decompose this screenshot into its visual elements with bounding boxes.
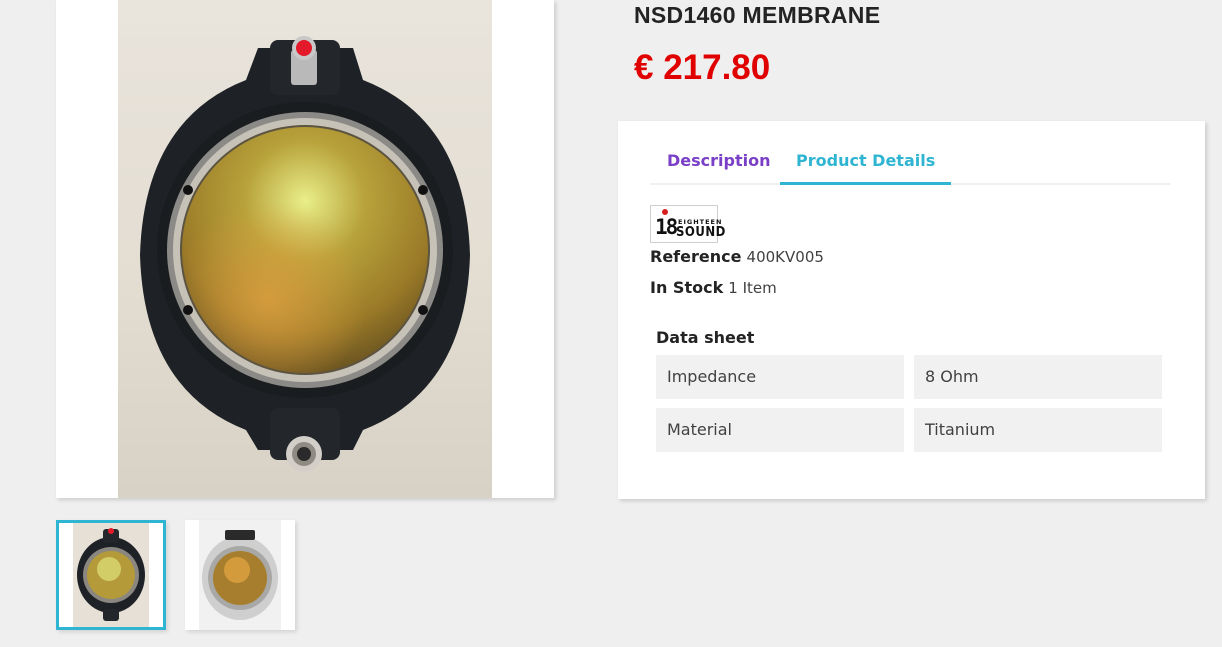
product-photo: [118, 0, 492, 498]
datasheet-name-impedance: Impedance: [656, 355, 904, 399]
thumbnail-2[interactable]: [185, 520, 295, 630]
stock-row: In Stock 1 Item: [650, 278, 777, 297]
tab-description[interactable]: Description: [667, 151, 770, 183]
reference-label: Reference: [650, 247, 742, 266]
stock-value: 1 Item: [728, 279, 777, 297]
reference-row: Reference 400KV005: [650, 247, 824, 266]
datasheet-name-material: Material: [656, 408, 904, 452]
tabs-nav: Description Product Details: [650, 149, 1171, 185]
product-price: € 217.80: [634, 48, 771, 87]
reference-value: 400KV005: [746, 248, 824, 266]
datasheet-value-material: Titanium: [914, 408, 1162, 452]
datasheet-value-impedance: 8 Ohm: [914, 355, 1162, 399]
stock-label: In Stock: [650, 278, 724, 297]
thumbnail-1[interactable]: [56, 520, 166, 630]
thumbnail-1-image: [73, 523, 149, 627]
thumbnail-2-image: [199, 520, 281, 630]
membrane-illustration: [140, 36, 470, 472]
product-title: NSD1460 MEMBRANE: [634, 2, 881, 28]
logo-number: 18: [655, 215, 678, 239]
brand-logo[interactable]: 18 EIGHTEEN SOUND: [650, 205, 725, 243]
logo-line2: SOUND: [676, 225, 726, 240]
datasheet-title: Data sheet: [656, 328, 755, 347]
product-tabs-panel: Description Product Details 18 EIGHTEEN …: [618, 121, 1205, 499]
product-main-image[interactable]: [56, 0, 554, 498]
tab-product-details[interactable]: Product Details: [780, 151, 952, 185]
